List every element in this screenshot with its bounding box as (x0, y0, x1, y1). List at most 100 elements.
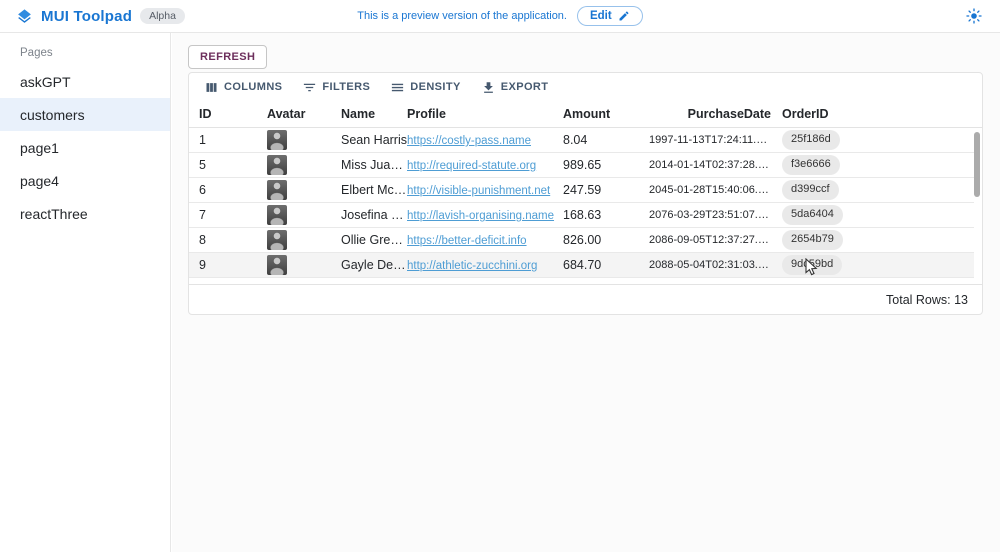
cell-purchasedate: 2045-01-28T15:40:06.325Z (649, 184, 777, 196)
cell-purchasedate: 2088-05-04T02:31:03.294Z (649, 259, 777, 271)
column-header-avatar[interactable]: Avatar (267, 107, 341, 121)
data-grid: COLUMNS FILTERS DENSITY (188, 72, 983, 315)
orderid-chip: f3e6666 (782, 155, 840, 174)
density-button-label: DENSITY (410, 81, 460, 93)
cell-name: Ollie Green… (341, 233, 407, 247)
profile-link[interactable]: http://visible-punishment.net (407, 185, 550, 197)
app-bar: MUI Toolpad Alpha This is a preview vers… (0, 0, 1000, 33)
sidebar-item-label: page1 (20, 140, 59, 156)
cell-amount: 8.04 (563, 133, 649, 147)
cell-avatar (267, 255, 341, 275)
table-row[interactable]: 9 Gayle Den… http://athletic-zucchini.or… (189, 253, 974, 278)
refresh-button[interactable]: REFRESH (188, 45, 267, 69)
sidebar-item-reactThree[interactable]: reactThree (0, 197, 170, 230)
orderid-chip: 5da6404 (782, 205, 843, 224)
sidebar-item-label: reactThree (20, 206, 88, 222)
grid-header-row: ID Avatar Name Profile Amount PurchaseDa… (189, 101, 982, 128)
filter-icon (302, 80, 317, 95)
avatar (267, 180, 287, 200)
density-icon (390, 80, 405, 95)
sidebar: Pages askGPT customers page1 page4 (0, 33, 171, 552)
export-button[interactable]: EXPORT (476, 77, 554, 98)
cell-id: 7 (199, 208, 267, 222)
cell-purchasedate: 1997-11-13T17:24:11.769Z (649, 134, 777, 146)
grid-rows: 1 Sean Harris https://costly-pass.name 8… (189, 128, 982, 278)
filters-button[interactable]: FILTERS (297, 77, 375, 98)
column-header-amount[interactable]: Amount (563, 107, 649, 121)
vertical-scrollbar-thumb[interactable] (974, 132, 980, 197)
main-content: REFRESH COLUMNS FILTERS (172, 33, 1000, 552)
orderid-chip: 2654b79 (782, 230, 843, 249)
theme-toggle-button[interactable] (964, 6, 984, 26)
profile-link[interactable]: https://costly-pass.name (407, 135, 531, 147)
cell-avatar (267, 155, 341, 175)
edit-button-label: Edit (590, 10, 612, 22)
layers-icon (16, 8, 33, 25)
edit-button[interactable]: Edit (577, 6, 643, 26)
profile-link[interactable]: http://lavish-organising.name (407, 210, 554, 222)
avatar (267, 130, 287, 150)
cell-amount: 989.65 (563, 158, 649, 172)
grid-toolbar: COLUMNS FILTERS DENSITY (189, 73, 982, 101)
density-button[interactable]: DENSITY (385, 77, 465, 98)
cell-id: 8 (199, 233, 267, 247)
sidebar-item-label: askGPT (20, 74, 71, 90)
table-row[interactable]: 5 Miss Juan … http://required-statute.or… (189, 153, 974, 178)
table-row[interactable]: 1 Sean Harris https://costly-pass.name 8… (189, 128, 974, 153)
table-row[interactable]: 7 Josefina P… http://lavish-organising.n… (189, 203, 974, 228)
cell-amount: 247.59 (563, 183, 649, 197)
cell-avatar (267, 130, 341, 150)
table-row[interactable]: 8 Ollie Green… https://better-deficit.in… (189, 228, 974, 253)
cell-id: 9 (199, 258, 267, 272)
sidebar-item-label: page4 (20, 173, 59, 189)
app-title: MUI Toolpad (41, 8, 132, 25)
cell-name: Sean Harris (341, 133, 407, 147)
avatar (267, 155, 287, 175)
sidebar-item-page4[interactable]: page4 (0, 164, 170, 197)
column-header-orderid[interactable]: OrderID (777, 107, 982, 121)
app-bar-actions (964, 6, 984, 26)
table-row[interactable]: 6 Elbert McL… http://visible-punishment.… (189, 178, 974, 203)
cell-amount: 168.63 (563, 208, 649, 222)
column-header-profile[interactable]: Profile (407, 107, 563, 121)
pencil-icon (618, 10, 630, 22)
profile-link[interactable]: https://better-deficit.info (407, 235, 527, 247)
sidebar-item-label: customers (20, 107, 85, 123)
export-button-label: EXPORT (501, 81, 549, 93)
profile-link[interactable]: http://athletic-zucchini.org (407, 260, 537, 272)
column-header-name[interactable]: Name (341, 107, 407, 121)
avatar (267, 255, 287, 275)
columns-button[interactable]: COLUMNS (199, 77, 287, 98)
mouse-cursor (805, 258, 818, 276)
columns-icon (204, 80, 219, 95)
cell-id: 5 (199, 158, 267, 172)
app-bar-brand: MUI Toolpad Alpha (16, 8, 185, 25)
total-rows-label: Total Rows: 13 (886, 293, 968, 307)
columns-button-label: COLUMNS (224, 81, 282, 93)
cell-purchasedate: 2014-01-14T02:37:28.536Z (649, 159, 777, 171)
preview-banner-text: This is a preview version of the applica… (357, 10, 567, 22)
cell-id: 1 (199, 133, 267, 147)
sidebar-item-askGPT[interactable]: askGPT (0, 65, 170, 98)
orderid-chip: d399ccf (782, 180, 839, 199)
profile-link[interactable]: http://required-statute.org (407, 160, 536, 172)
sidebar-item-customers[interactable]: customers (0, 98, 170, 131)
cell-amount: 684.70 (563, 258, 649, 272)
cell-avatar (267, 205, 341, 225)
sidebar-section-label: Pages (0, 33, 170, 65)
cell-purchasedate: 2076-03-29T23:51:07.968Z (649, 209, 777, 221)
column-header-purchasedate[interactable]: PurchaseDate (649, 107, 777, 121)
sun-icon (966, 8, 982, 24)
cell-name: Miss Juan … (341, 158, 407, 172)
cell-name: Josefina P… (341, 208, 407, 222)
column-header-id[interactable]: ID (199, 107, 267, 121)
app-window: MUI Toolpad Alpha This is a preview vers… (0, 0, 1000, 552)
filters-button-label: FILTERS (322, 81, 370, 93)
cell-name: Gayle Den… (341, 258, 407, 272)
sidebar-item-page1[interactable]: page1 (0, 131, 170, 164)
orderid-chip: 25f186d (782, 130, 840, 149)
cell-name: Elbert McL… (341, 183, 407, 197)
cell-purchasedate: 2086-09-05T12:37:27.015Z (649, 234, 777, 246)
avatar (267, 230, 287, 250)
cell-avatar (267, 230, 341, 250)
